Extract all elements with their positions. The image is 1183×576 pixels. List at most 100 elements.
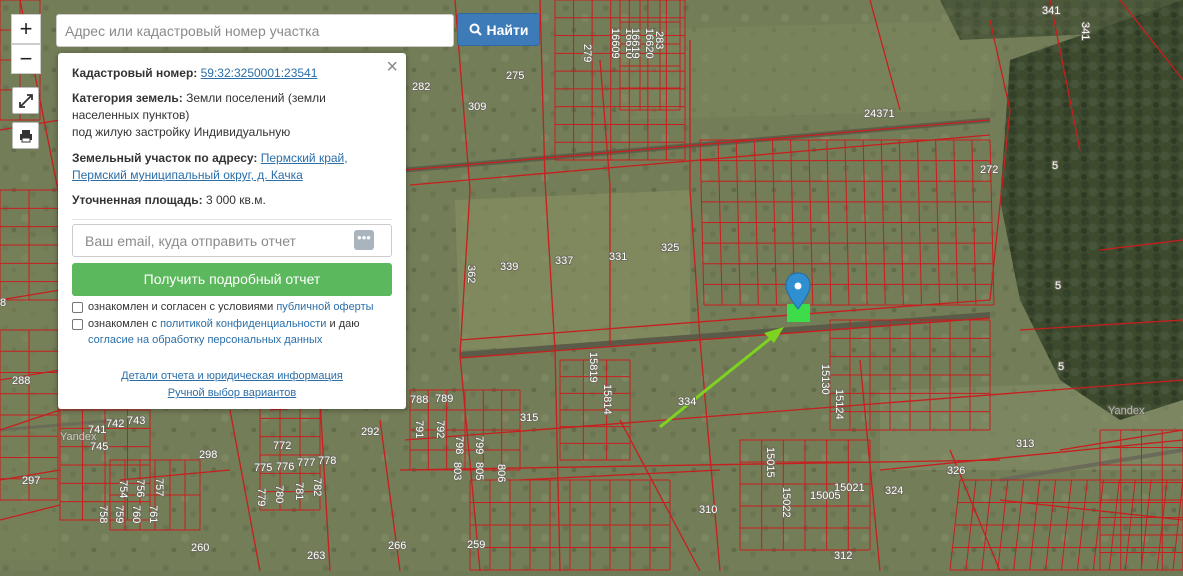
fullscreen-button[interactable]: [12, 87, 39, 114]
parcel-number-label: 310: [699, 504, 717, 516]
parcel-number-label: 259: [467, 539, 485, 551]
parcel-number-label: 309: [468, 101, 486, 113]
privacy-consent-checkbox[interactable]: [72, 319, 83, 330]
category-value-line1: Земли поселений (земли: [186, 91, 326, 105]
zoom-out-button[interactable]: −: [11, 44, 41, 74]
parcel-number-label: 282: [412, 81, 430, 93]
more-icon[interactable]: •••: [354, 230, 374, 250]
parcel-number-label: 780: [273, 485, 285, 503]
parcel-number-label: 331: [609, 251, 627, 263]
manual-selection-link[interactable]: Ручной выбор вариантов: [168, 387, 296, 399]
parcel-number-label: 806: [495, 464, 507, 482]
category-value-line2: населенных пунктов): [72, 108, 190, 122]
parcel-number-label: 776: [276, 461, 294, 473]
privacy-policy-link[interactable]: политикой конфиденциальности: [160, 318, 326, 330]
parcel-number-label: 15124: [833, 389, 845, 420]
search-button[interactable]: Найти: [457, 13, 540, 46]
parcel-number-label: 279: [581, 44, 593, 62]
offer-consent-label: ознакомлен и согласен с условиями: [88, 301, 274, 313]
search-button-label: Найти: [486, 21, 529, 38]
parcel-number-label: 772: [273, 440, 291, 452]
parcel-number-label: 15015: [764, 447, 776, 478]
parcel-number-label: 805: [473, 462, 485, 480]
parcel-number-label: 8: [0, 297, 6, 309]
privacy-consent-label2: и даю: [329, 318, 360, 330]
offer-consent-checkbox[interactable]: [72, 302, 83, 313]
personal-data-line: согласие на обработку персональных данны…: [88, 332, 398, 348]
parcel-number-label: 5: [1058, 361, 1064, 373]
parcel-number-label: 5: [1055, 280, 1061, 292]
expand-icon: [18, 94, 33, 108]
category-row: Категория земель: Земли поселений (земли…: [72, 90, 392, 141]
parcel-number-label: 15021: [834, 482, 865, 494]
watermark-right: Yandex: [1108, 405, 1145, 417]
zoom-in-button[interactable]: +: [11, 14, 41, 44]
privacy-consent-text: ознакомлен с политикой конфиденциальност…: [88, 316, 398, 332]
parcel-number-label: 297: [22, 475, 40, 487]
parcel-number-label: 789: [435, 393, 453, 405]
parcel-number-label: 15814: [601, 384, 613, 415]
parcel-number-label: 782: [311, 478, 323, 496]
parcel-number-label: 15819: [587, 352, 599, 383]
parcel-number-label: 339: [500, 261, 518, 273]
parcel-number-label: 15022: [780, 487, 792, 518]
parcel-number-label: 298: [199, 449, 217, 461]
parcel-number-label: 792: [434, 420, 446, 438]
print-button[interactable]: [12, 122, 39, 149]
parcel-number-label: 272: [980, 164, 998, 176]
parcel-number-label: 341: [1079, 22, 1091, 40]
address-link-locality[interactable]: Пермский муниципальный округ, д. Качка: [72, 168, 303, 182]
parcel-number-label: 24371: [864, 108, 895, 120]
offer-consent-text: ознакомлен и согласен с условиями публич…: [88, 299, 398, 315]
parcel-number-label: 15130: [819, 364, 831, 395]
personal-data-consent-link[interactable]: согласие на обработку персональных данны…: [88, 334, 322, 346]
parcel-number-label: 16619: [629, 28, 641, 59]
parcel-number-label: 777: [297, 457, 315, 469]
parcel-number-label: 761: [147, 505, 159, 523]
parcel-number-label: 326: [947, 465, 965, 477]
public-offer-link[interactable]: публичной оферты: [276, 301, 373, 313]
parcel-number-label: 288: [12, 375, 30, 387]
divider: [72, 219, 392, 220]
watermark-left: Yandex: [60, 431, 97, 443]
parcel-number-label: 791: [413, 420, 425, 438]
parcel-number-label: 778: [318, 455, 336, 467]
parcel-number-label: 260: [191, 542, 209, 554]
parcel-number-label: 799: [473, 436, 485, 454]
address-label: Земельный участок по адресу:: [72, 151, 258, 165]
cadastral-number-link[interactable]: 59:32:3250001:23541: [201, 66, 318, 80]
parcel-number-label: 779: [255, 488, 267, 506]
parcel-number-label: 292: [361, 426, 379, 438]
parcel-number-label: 334: [678, 396, 696, 408]
parcel-number-label: 760: [130, 505, 142, 523]
parcel-number-label: 803: [451, 462, 463, 480]
parcel-number-label: 325: [661, 242, 679, 254]
parcel-number-label: 775: [254, 462, 272, 474]
parcel-number-label: 324: [885, 485, 903, 497]
cadastral-label: Кадастровый номер:: [72, 66, 198, 80]
parcel-number-label: 315: [520, 412, 538, 424]
email-field[interactable]: [72, 224, 392, 257]
privacy-consent-label: ознакомлен с: [88, 318, 158, 330]
address-link-region[interactable]: Пермский край,: [261, 151, 348, 165]
details-link[interactable]: Детали отчета и юридическая информация: [121, 370, 343, 382]
parcel-number-label: 362: [465, 265, 477, 283]
search-input[interactable]: [56, 14, 454, 47]
parcel-number-label: 742: [106, 418, 124, 430]
parcel-number-label: 266: [388, 540, 406, 552]
parcel-number-label: 312: [834, 550, 852, 562]
parcel-number-label: 798: [453, 436, 465, 454]
parcel-number-label: 757: [153, 478, 165, 496]
parcel-number-label: 754: [117, 480, 129, 498]
area-row: Уточненная площадь: 3 000 кв.м.: [72, 192, 392, 209]
area-value: 3 000 кв.м.: [205, 193, 266, 207]
parcel-number-label: 283: [653, 31, 665, 49]
parcel-number-label: 16609: [609, 28, 621, 59]
parcel-number-label: 337: [555, 255, 573, 267]
category-value-line3: под жилую застройку Индивидуальную: [72, 125, 291, 139]
get-report-button[interactable]: Получить подробный отчет: [72, 263, 392, 296]
details-link-wrap: Детали отчета и юридическая информация: [58, 370, 406, 382]
parcel-number-label: 743: [127, 415, 145, 427]
cadastral-row: Кадастровый номер: 59:32:3250001:23541: [72, 65, 392, 82]
category-label: Категория земель:: [72, 91, 183, 105]
